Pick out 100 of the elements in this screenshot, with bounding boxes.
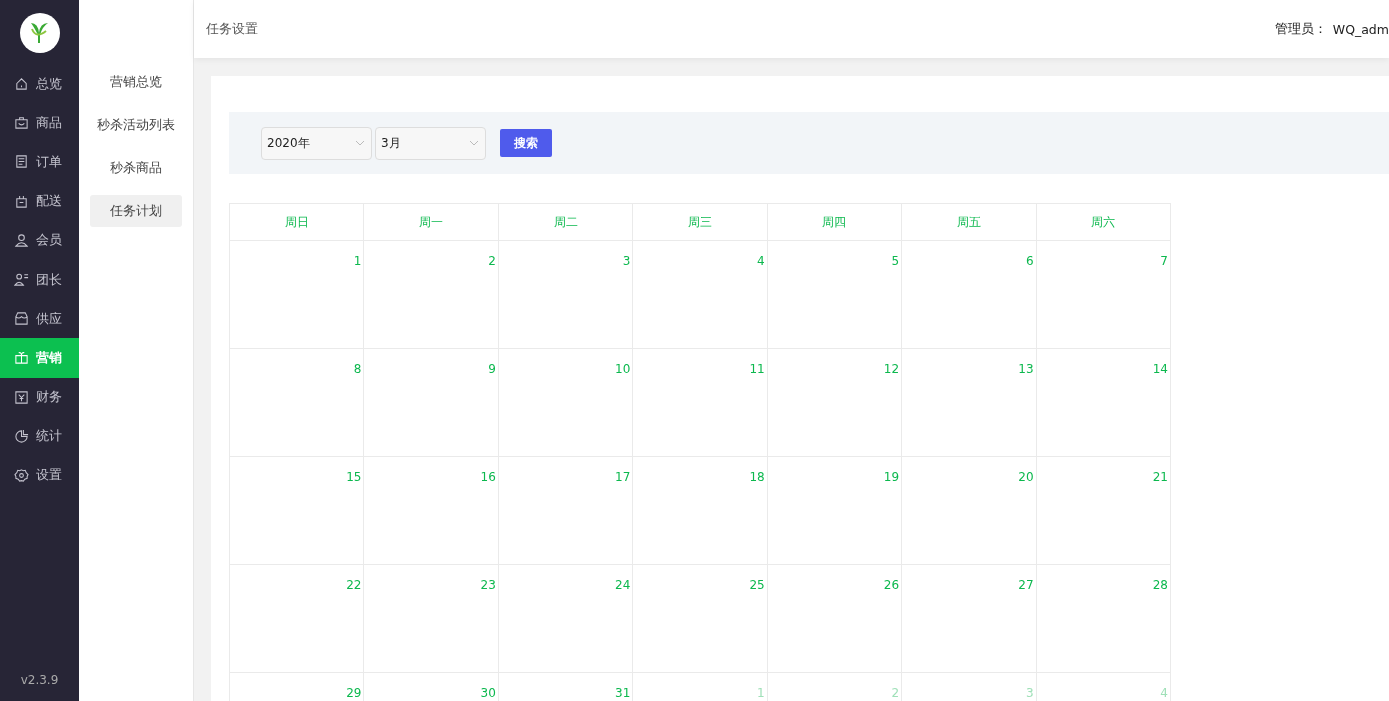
nav-item[interactable]: 财务 [0,377,79,417]
nav-item[interactable]: 统计 [0,416,79,456]
nav-item[interactable]: 营销 [0,338,79,378]
person-list-icon [14,272,29,288]
day-number: 24 [615,578,631,592]
day-cell[interactable]: 1 [230,241,365,349]
weekday-header: 周一 [364,204,499,241]
home-icon [14,76,29,92]
day-cell[interactable]: 28 [1036,565,1171,673]
day-cell[interactable]: 21 [1036,457,1171,565]
day-number: 14 [1152,362,1168,376]
search-button[interactable]: 搜索 [500,129,552,157]
day-cell[interactable]: 10 [498,349,634,457]
month-select[interactable]: 3月 [375,126,486,160]
day-cell[interactable]: 8 [230,349,365,457]
yen-icon [14,389,29,405]
day-cell[interactable]: 20 [902,457,1037,565]
document-icon [14,154,29,170]
day-number: 18 [749,470,765,484]
day-cell[interactable]: 2 [364,241,499,349]
day-number: 30 [480,686,496,700]
day-number: 2 [891,686,900,700]
nav-item[interactable]: 订单 [0,142,79,182]
day-number: 4 [1160,686,1168,700]
day-number: 25 [749,578,765,592]
day-cell[interactable]: 14 [1036,349,1171,457]
day-number: 1 [353,254,362,268]
gear-icon [14,467,29,483]
day-number: 9 [488,362,496,376]
nav-item[interactable]: 团长 [0,259,79,300]
day-cell[interactable]: 29 [230,673,365,701]
nav-item[interactable]: 总览 [0,64,79,104]
day-cell[interactable]: 6 [902,241,1037,349]
day-number: 27 [1018,578,1034,592]
submenu-item[interactable]: 秒杀活动列表 [90,109,182,141]
day-cell[interactable]: 22 [230,565,365,673]
box-icon [14,193,29,209]
gift-icon [14,350,29,366]
day-cell[interactable]: 15 [230,457,365,565]
store-icon [14,311,29,327]
bag-icon [14,115,29,131]
day-number: 7 [1160,254,1168,268]
day-cell[interactable]: 2 [767,673,903,701]
day-number: 15 [346,470,362,484]
submenu-item[interactable]: 秒杀商品 [90,152,182,184]
day-cell[interactable]: 24 [498,565,634,673]
day-number: 4 [757,254,765,268]
day-number: 13 [1018,362,1034,376]
day-number: 29 [346,686,362,700]
chevron-down-icon [469,140,479,146]
weekday-header: 周二 [498,204,634,241]
weekday-header: 周六 [1036,204,1171,241]
day-cell[interactable]: 3 [498,241,634,349]
nav-item[interactable]: 设置 [0,455,79,496]
day-cell[interactable]: 12 [767,349,903,457]
admin-name: WQ_adm [1332,21,1389,37]
day-number: 3 [1025,686,1034,700]
day-number: 22 [346,578,362,592]
nav-item[interactable]: 供应 [0,299,79,339]
person-icon [14,232,29,248]
nav-item[interactable]: 配送 [0,181,79,221]
nav-item[interactable]: 商品 [0,103,79,143]
day-cell[interactable]: 9 [364,349,499,457]
day-number: 10 [615,362,631,376]
day-cell[interactable]: 30 [364,673,499,701]
day-number: 23 [480,578,496,592]
logo-icon [19,13,60,53]
day-cell[interactable]: 18 [633,457,768,565]
day-cell[interactable]: 5 [767,241,903,349]
admin-label: 管理员： [1274,20,1327,38]
year-select[interactable]: 2020年 [261,126,372,160]
day-cell[interactable]: 31 [498,673,634,701]
day-cell[interactable]: 13 [902,349,1037,457]
day-cell[interactable]: 26 [767,565,903,673]
weekday-header: 周五 [902,204,1037,241]
day-number: 17 [615,470,631,484]
day-cell[interactable]: 7 [1036,241,1171,349]
day-cell[interactable]: 19 [767,457,903,565]
day-cell[interactable]: 23 [364,565,499,673]
day-cell[interactable]: 16 [364,457,499,565]
page-title: 任务设置 [206,20,259,38]
day-number: 11 [749,362,765,376]
day-cell[interactable]: 27 [902,565,1037,673]
weekday-header: 周四 [767,204,903,241]
day-number: 12 [883,362,900,376]
nav-item[interactable]: 会员 [0,220,79,260]
day-cell[interactable]: 25 [633,565,768,673]
day-cell[interactable]: 4 [1036,673,1171,701]
pie-chart-icon [14,428,29,444]
chevron-down-icon [355,140,365,146]
day-number: 28 [1152,578,1168,592]
submenu-item[interactable]: 营销总览 [90,66,182,98]
day-cell[interactable]: 3 [902,673,1037,701]
day-cell[interactable]: 4 [633,241,768,349]
day-cell[interactable]: 11 [633,349,768,457]
day-cell[interactable]: 17 [498,457,634,565]
submenu-item[interactable]: 任务计划 [90,195,182,227]
day-number: 8 [353,362,362,376]
day-number: 6 [1025,254,1034,268]
day-cell[interactable]: 1 [633,673,768,701]
